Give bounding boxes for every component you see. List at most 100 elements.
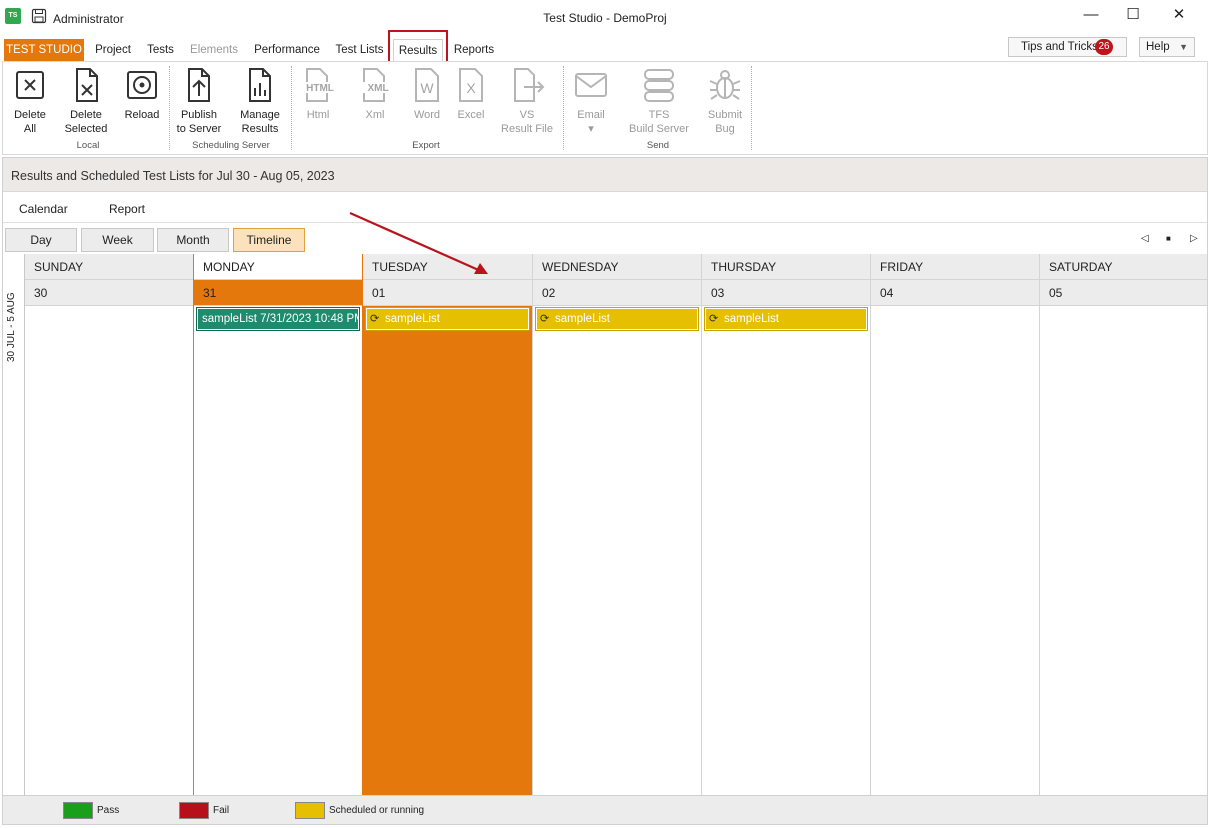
export-xml-button[interactable]: XML Xml: [355, 66, 395, 122]
results-panel: Results and Scheduled Test Lists for Jul…: [2, 157, 1208, 825]
day-column[interactable]: THURSDAY 03 ⟳ sampleList: [702, 254, 871, 795]
minimize-button[interactable]: —: [1068, 4, 1114, 28]
group-label-scheduling: Scheduling Server: [192, 140, 270, 151]
event-label: sampleList: [385, 313, 440, 325]
excel-file-icon: X: [459, 68, 483, 102]
reload-button[interactable]: Reload: [121, 66, 163, 122]
html-file-icon: HTML: [306, 68, 336, 102]
html-glyph: HTML: [306, 83, 334, 94]
day-column[interactable]: WEDNESDAY 02 ⟳ sampleList: [533, 254, 702, 795]
day-body[interactable]: [25, 306, 193, 795]
view-toolbar: Day Week Month Timeline ◁ ■ ▷: [3, 222, 1207, 254]
delete-all-button[interactable]: Delete All: [9, 66, 51, 136]
manage-results-button[interactable]: Manage Results: [235, 66, 285, 136]
tab-reports[interactable]: Reports: [449, 39, 499, 61]
day-number: 04: [871, 280, 1039, 306]
view-day-button[interactable]: Day: [5, 228, 77, 252]
word-label: Word: [413, 109, 441, 121]
scheduled-event[interactable]: ⟳ sampleList: [536, 308, 698, 330]
legend-pass-label: Pass: [97, 805, 120, 816]
day-column[interactable]: SATURDAY 05: [1040, 254, 1207, 795]
group-separator: [563, 66, 564, 150]
server-icon: [644, 69, 674, 102]
manage-label-1: Manage: [240, 109, 280, 121]
ribbon: Delete All Delete Selected Reload Local …: [2, 61, 1208, 155]
day-column[interactable]: FRIDAY 04: [871, 254, 1040, 795]
help-button[interactable]: Help ▼: [1139, 37, 1195, 57]
maximize-button[interactable]: ☐: [1110, 4, 1156, 28]
day-name: SUNDAY: [25, 254, 193, 280]
upload-file-icon: [188, 68, 210, 102]
excel-glyph: X: [466, 80, 476, 96]
delete-selected-button[interactable]: Delete Selected: [61, 66, 111, 136]
day-body[interactable]: [1040, 306, 1207, 795]
results-header: Results and Scheduled Test Lists for Jul…: [3, 158, 1207, 192]
day-column-today[interactable]: MONDAY 31 sampleList 7/31/2023 10:48 PM: [193, 254, 363, 795]
tfs-label-1: TFS: [648, 109, 670, 121]
group-label-local: Local: [76, 140, 100, 151]
day-number: 05: [1040, 280, 1207, 306]
scheduled-event[interactable]: ⟳ sampleList: [705, 308, 867, 330]
save-icon[interactable]: [31, 8, 47, 24]
tab-elements[interactable]: Elements: [186, 39, 242, 61]
day-number: 31: [194, 280, 362, 306]
export-file-icon: [514, 68, 545, 102]
day-column[interactable]: SUNDAY 30: [25, 254, 194, 795]
tab-tests[interactable]: Tests: [142, 39, 179, 61]
chevron-down-icon: ▾: [588, 123, 594, 135]
view-month-button[interactable]: Month: [157, 228, 229, 252]
week-range-text: 30 JUL - 5 AUG: [6, 292, 17, 362]
xml-glyph: XML: [367, 83, 388, 94]
day-body[interactable]: ⟳ sampleList: [363, 306, 532, 795]
group-separator: [751, 66, 752, 150]
refresh-icon: ⟳: [709, 313, 719, 325]
delete-selected-label-2: Selected: [64, 123, 108, 135]
email-icon: [575, 73, 607, 97]
window-title: Test Studio - DemoProj: [543, 11, 667, 25]
subnav-report[interactable]: Report: [109, 202, 145, 216]
view-timeline-button[interactable]: Timeline: [233, 228, 305, 252]
legend-scheduled-swatch: [295, 802, 325, 819]
word-glyph: W: [420, 80, 434, 96]
tfs-build-server-button[interactable]: TFS Build Server: [627, 66, 691, 136]
email-button[interactable]: Email ▾: [569, 66, 613, 136]
day-name: THURSDAY: [702, 254, 870, 280]
title-bar: TS Administrator Test Studio - DemoProj …: [0, 0, 1210, 34]
day-body[interactable]: ⟳ sampleList: [702, 306, 870, 795]
email-label: Email: [577, 109, 605, 121]
week-range-label: 30 JUL - 5 AUG: [3, 254, 25, 795]
tab-test-lists[interactable]: Test Lists: [332, 39, 387, 61]
view-week-button[interactable]: Week: [81, 228, 154, 252]
result-event-pass[interactable]: sampleList 7/31/2023 10:48 PM: [197, 308, 359, 330]
next-icon[interactable]: ▷: [1190, 233, 1198, 244]
publish-to-server-button[interactable]: Publish to Server: [175, 66, 223, 136]
export-html-button[interactable]: HTML Html: [295, 66, 341, 122]
export-word-button[interactable]: W Word: [407, 66, 447, 122]
day-name: SATURDAY: [1040, 254, 1207, 280]
export-excel-button[interactable]: X Excel: [451, 66, 491, 122]
submit-bug-button[interactable]: Submit Bug: [703, 66, 747, 136]
close-window-button[interactable]: ✕: [1156, 4, 1202, 28]
day-column-selected[interactable]: TUESDAY 01 ⟳ sampleList: [363, 254, 533, 795]
tab-performance[interactable]: Performance: [250, 39, 324, 61]
previous-icon[interactable]: ◁: [1141, 233, 1149, 244]
day-name: WEDNESDAY: [533, 254, 701, 280]
export-vs-result-button[interactable]: VS Result File: [497, 66, 557, 136]
scheduled-event[interactable]: ⟳ sampleList: [366, 308, 529, 330]
today-icon[interactable]: ■: [1166, 234, 1171, 243]
legend-scheduled-label: Scheduled or running: [329, 805, 425, 816]
subnav-calendar[interactable]: Calendar: [19, 202, 68, 216]
delete-file-icon: [76, 68, 98, 102]
day-body[interactable]: [871, 306, 1039, 795]
reload-icon: [127, 71, 157, 99]
event-label: sampleList 7/31/2023 10:48 PM: [202, 313, 359, 325]
day-body[interactable]: ⟳ sampleList: [533, 306, 701, 795]
legend-fail-swatch: [179, 802, 209, 819]
chevron-down-icon: ▼: [1179, 42, 1188, 52]
report-chart-icon: [249, 68, 271, 102]
tab-test-studio[interactable]: TEST STUDIO: [4, 39, 84, 61]
day-body[interactable]: sampleList 7/31/2023 10:48 PM: [194, 306, 362, 795]
reload-label: Reload: [124, 109, 160, 121]
vs-label-1: VS: [519, 109, 535, 121]
tab-project[interactable]: Project: [88, 39, 138, 61]
